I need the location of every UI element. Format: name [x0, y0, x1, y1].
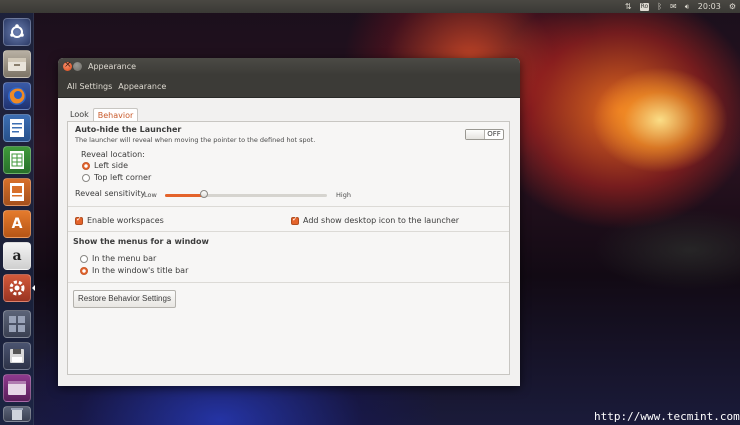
sensitivity-high-label: High	[336, 191, 351, 199]
workspaces-icon[interactable]	[3, 310, 31, 338]
window-toolbar: All Settings Appearance	[58, 75, 520, 98]
top-panel: ⇅ Ro ᛒ ✉ 🔉︎ 20:03 ⚙	[0, 0, 740, 13]
sensitivity-low-label: Low	[144, 191, 157, 199]
behavior-panel: Auto-hide the Launcher The launcher will…	[67, 121, 510, 375]
autohide-toggle[interactable]: OFF	[465, 129, 504, 140]
clock[interactable]: 20:03	[698, 0, 721, 13]
amazon-icon[interactable]: a	[3, 242, 31, 270]
network-icon[interactable]: ⇅	[625, 0, 632, 13]
calc-icon[interactable]	[3, 146, 31, 174]
active-app-indicator	[32, 285, 35, 291]
gear-icon[interactable]: ⚙	[729, 0, 736, 13]
option-title-bar-label: In the window's title bar	[92, 266, 189, 275]
mail-icon[interactable]: ✉	[670, 0, 677, 13]
trash-icon[interactable]	[3, 406, 31, 422]
keyboard-layout-indicator[interactable]: Ro	[639, 2, 650, 11]
watermark: http://www.tecmint.com	[594, 410, 740, 423]
tab-bar: Look Behavior	[66, 108, 139, 121]
radio-title-bar[interactable]	[80, 267, 88, 275]
files-icon[interactable]	[3, 50, 31, 78]
radio-menu-bar[interactable]	[80, 255, 88, 263]
restore-behavior-button[interactable]: Restore Behavior Settings	[73, 290, 176, 308]
autohide-description: The launcher will reveal when moving the…	[75, 136, 316, 144]
writer-icon[interactable]	[3, 114, 31, 142]
sensitivity-slider[interactable]	[165, 190, 327, 198]
ubuntu-dash-icon[interactable]	[3, 18, 31, 46]
slider-fill	[165, 194, 204, 197]
toggle-state: OFF	[487, 130, 501, 138]
separator	[68, 282, 509, 283]
show-desktop-label: Add show desktop icon to the launcher	[303, 216, 460, 225]
separator	[68, 206, 509, 207]
tab-look[interactable]: Look	[66, 108, 93, 121]
menus-section-title: Show the menus for a window	[73, 237, 209, 246]
radio-top-left-corner[interactable]	[82, 174, 90, 182]
breadcrumb-current[interactable]: Appearance	[118, 82, 166, 91]
system-settings-icon[interactable]	[3, 274, 31, 302]
minimize-icon[interactable]	[73, 62, 82, 71]
close-icon[interactable]	[63, 57, 72, 74]
option-left-side-label: Left side	[94, 161, 128, 170]
slider-knob[interactable]	[199, 190, 208, 198]
window-title: Appearance	[88, 62, 137, 71]
toggle-knob	[466, 130, 485, 139]
window-titlebar[interactable]: Appearance	[58, 57, 520, 75]
firefox-icon[interactable]	[3, 82, 31, 110]
enable-workspaces-label: Enable workspaces	[87, 216, 164, 225]
volume-icon[interactable]: 🔉︎	[685, 0, 690, 13]
separator	[68, 231, 509, 232]
impress-icon[interactable]	[3, 178, 31, 206]
app-icon[interactable]	[3, 374, 31, 402]
option-top-left-corner-label: Top left corner	[94, 173, 152, 182]
all-settings-button[interactable]: All Settings	[67, 82, 112, 91]
appearance-window: Appearance All Settings Appearance Look …	[58, 57, 520, 386]
disk-icon[interactable]	[3, 342, 31, 370]
software-center-icon[interactable]: A	[3, 210, 31, 238]
reveal-location-label: Reveal location:	[81, 150, 145, 159]
tab-behavior[interactable]: Behavior	[92, 108, 139, 121]
radio-left-side[interactable]	[82, 162, 90, 170]
enable-workspaces-checkbox[interactable]	[75, 215, 83, 225]
reveal-sensitivity-label: Reveal sensitivity	[75, 189, 146, 198]
option-menu-bar-label: In the menu bar	[92, 254, 157, 263]
show-desktop-checkbox[interactable]	[291, 215, 299, 225]
autohide-title: Auto-hide the Launcher	[75, 125, 182, 134]
bluetooth-icon[interactable]: ᛒ	[657, 0, 662, 13]
launcher: A a	[0, 13, 35, 425]
